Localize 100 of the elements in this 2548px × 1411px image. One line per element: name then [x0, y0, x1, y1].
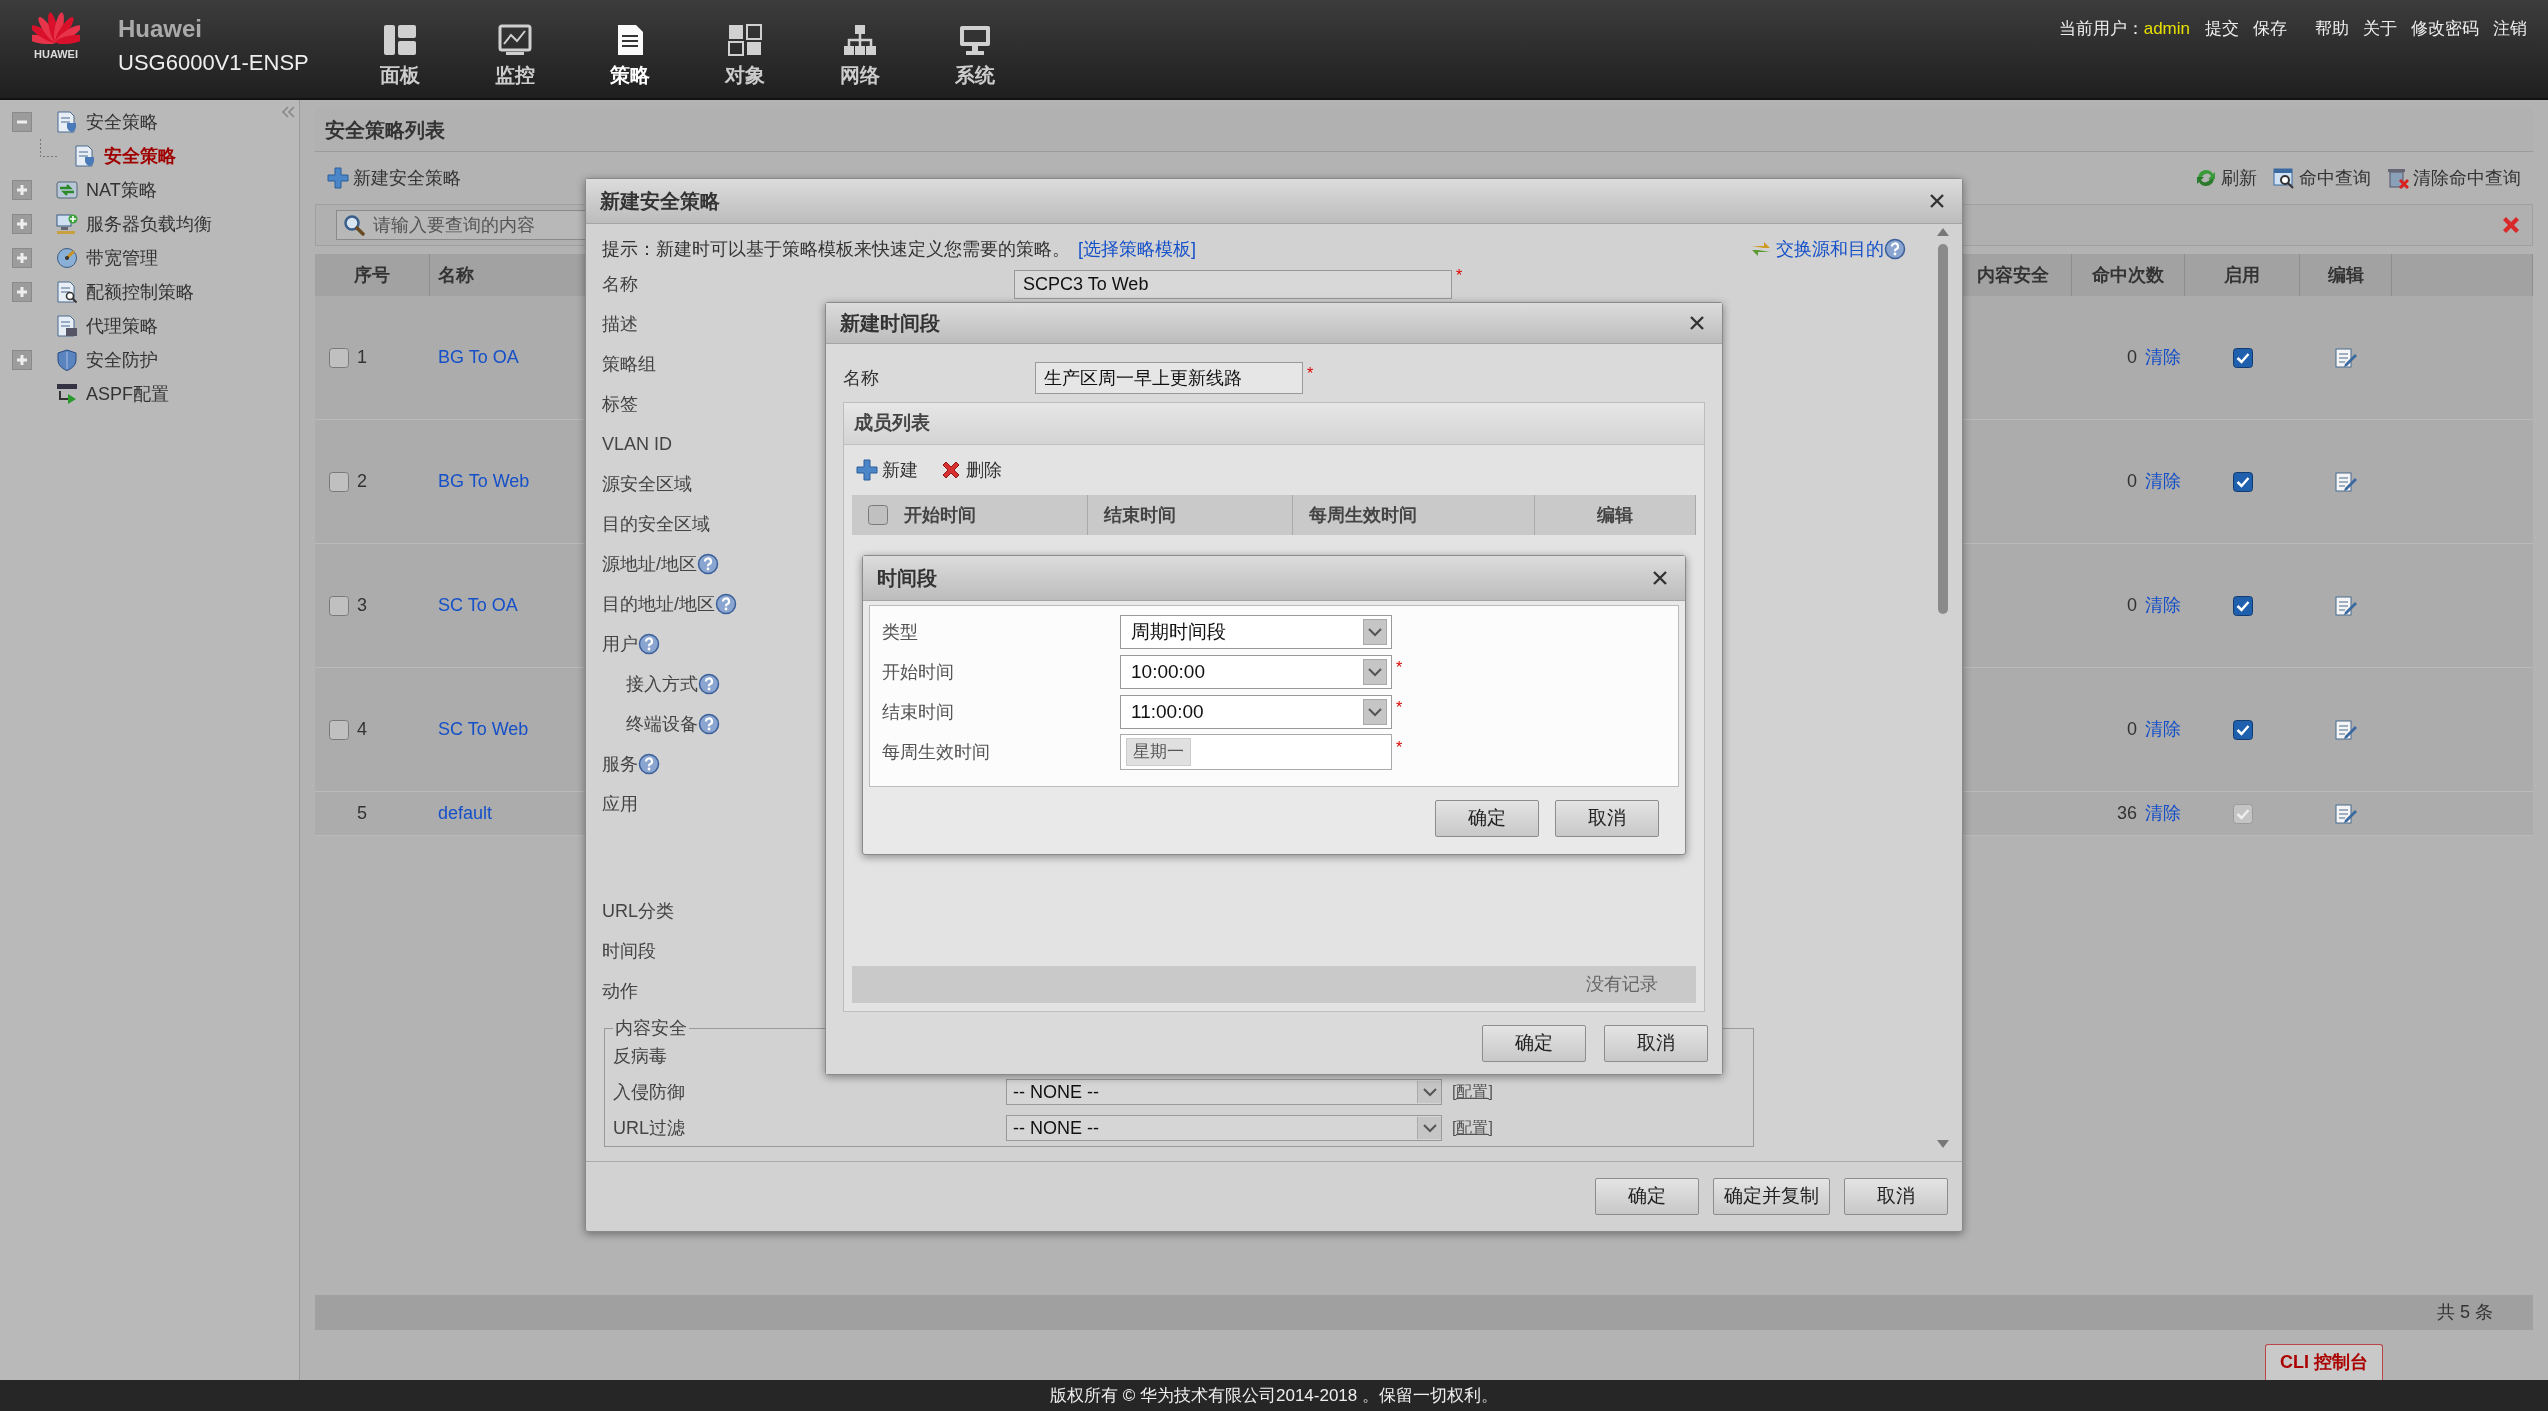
tree-item[interactable]: 安全防护 [86, 346, 158, 374]
enable-checkbox[interactable] [2232, 595, 2253, 616]
select-all-checkbox[interactable] [868, 505, 888, 526]
trash-icon [2387, 167, 2409, 189]
config-link[interactable]: [配置] [1452, 1080, 1493, 1104]
column-header: 编辑 [2327, 263, 2364, 287]
row-checkbox[interactable] [329, 719, 349, 740]
user-name: admin [2143, 18, 2190, 40]
tree-toggle-icon[interactable] [12, 180, 32, 200]
hit-count: 0 [2127, 346, 2137, 369]
header-link[interactable]: 提交 [2198, 14, 2246, 44]
config-link[interactable]: [配置] [1452, 1116, 1493, 1140]
tree-toggle-icon[interactable] [12, 214, 32, 234]
console-tab[interactable]: CLI 控制台 [2265, 1344, 2383, 1380]
network-tree-icon[interactable] [842, 24, 877, 56]
nav-tab[interactable]: 策略 [609, 60, 650, 90]
template-link[interactable]: [选择策略模板] [1078, 235, 1196, 263]
nav-tab[interactable]: 对象 [724, 60, 765, 90]
dialog-button[interactable]: 确定 [1482, 1024, 1586, 1062]
header-link[interactable]: 修改密码 [2404, 14, 2486, 44]
field-label: 策略组 [602, 352, 656, 376]
toolbar-button[interactable]: 新建安全策略 [323, 164, 465, 192]
computer-icon [56, 213, 78, 235]
dialog-button[interactable]: 取消 [1844, 1178, 1948, 1215]
column-header: 命中次数 [2092, 263, 2164, 287]
field-label: 入侵防御 [613, 1080, 686, 1104]
toolbar-button[interactable]: 清除命中查询 [2383, 164, 2525, 192]
column-header: 结束时间 [1104, 503, 1176, 527]
dialog-button[interactable]: 取消 [1555, 799, 1659, 837]
row-number: 4 [357, 718, 367, 741]
nav-tab[interactable]: 系统 [954, 60, 995, 90]
toolbar-button[interactable]: 删除 [936, 456, 1006, 484]
field-label: 描述 [602, 312, 638, 336]
logo-text: HUAWEI [34, 48, 78, 60]
enable-checkbox[interactable] [2232, 347, 2253, 368]
edit-icon[interactable] [2334, 717, 2358, 742]
tree-item[interactable]: 服务器负载均衡 [86, 210, 212, 238]
help-icon [1884, 238, 1906, 260]
row-checkbox[interactable] [329, 347, 349, 368]
column-header: 开始时间 [904, 503, 976, 527]
toolbar-button[interactable]: 命中查询 [2269, 164, 2375, 192]
dashboard-icon[interactable] [382, 24, 417, 56]
brand-name: Huawei [118, 16, 203, 42]
edit-icon[interactable] [2334, 469, 2358, 494]
enable-checkbox[interactable] [2232, 719, 2253, 740]
edit-icon[interactable] [2334, 801, 2358, 826]
edit-icon[interactable] [2334, 593, 2358, 618]
tree-item[interactable]: 安全策略 [104, 142, 176, 170]
dropdown[interactable]: -- NONE -- [1006, 1079, 1442, 1105]
tree-toggle-icon[interactable] [12, 350, 32, 370]
tag-input[interactable]: 星期一 [1120, 734, 1392, 770]
field-label: 应用 [602, 792, 638, 816]
monitor-chart-icon[interactable] [497, 24, 532, 56]
edit-icon[interactable] [2334, 345, 2358, 370]
header-link[interactable]: 帮助 [2308, 14, 2356, 44]
tree-toggle-icon[interactable] [12, 248, 32, 268]
header-link[interactable]: 保存 [2246, 14, 2294, 44]
header-link[interactable]: 关于 [2356, 14, 2404, 44]
tree-item[interactable]: 配额控制策略 [86, 278, 194, 306]
tree-item[interactable]: NAT策略 [86, 176, 157, 204]
column-header: 内容安全 [1977, 263, 2049, 287]
toolbar-button[interactable]: 刷新 [2191, 164, 2261, 192]
search-icon [343, 214, 365, 236]
tree-toggle-icon[interactable] [12, 282, 32, 302]
hit-count: 0 [2127, 470, 2137, 493]
computer-icon[interactable] [957, 24, 992, 56]
tree-item[interactable]: 代理策略 [86, 312, 158, 340]
row-checkbox[interactable] [329, 595, 349, 616]
name-input[interactable]: SCPC3 To Web [1014, 269, 1452, 299]
tree-item[interactable]: 带宽管理 [86, 244, 158, 272]
field-label: 源安全区域 [602, 472, 692, 496]
toolbar-button[interactable]: 新建 [852, 456, 922, 484]
column-header: 每周生效时间 [1309, 503, 1417, 527]
dropdown[interactable]: -- NONE -- [1006, 1115, 1442, 1141]
caret-icon [1422, 1087, 1437, 1097]
required-mark: * [1396, 658, 1403, 678]
nav-tab[interactable]: 监控 [494, 60, 535, 90]
enable-checkbox[interactable] [2232, 471, 2253, 492]
swap-link[interactable]: 交换源和目的 [1750, 235, 1884, 263]
dropdown[interactable]: 10:00:00 [1120, 655, 1392, 689]
tree-item[interactable]: 安全策略 [86, 108, 158, 136]
column-header: 名称 [438, 263, 474, 287]
dialog-button[interactable]: 取消 [1604, 1024, 1708, 1062]
dialog-button[interactable]: 确定 [1435, 799, 1539, 837]
help-icon [638, 633, 660, 655]
field-label: 反病毒 [613, 1044, 668, 1068]
row-checkbox[interactable] [329, 471, 349, 492]
header-link[interactable]: 注销 [2486, 14, 2534, 44]
tree-toggle-icon[interactable] [12, 112, 32, 132]
dialog-button[interactable]: 确定并复制 [1713, 1178, 1830, 1215]
dropdown[interactable]: 周期时间段 [1120, 615, 1392, 649]
nav-tab[interactable]: 面板 [379, 60, 420, 90]
dialog-button[interactable]: 确定 [1595, 1178, 1699, 1215]
dropdown[interactable]: 11:00:00 [1120, 695, 1392, 729]
column-header: 启用 [2224, 263, 2260, 287]
tree-item[interactable]: ASPF配置 [86, 380, 169, 408]
nav-tab[interactable]: 网络 [839, 60, 880, 90]
blocks-icon[interactable] [727, 24, 762, 56]
hit-count: 0 [2127, 594, 2137, 617]
name-input[interactable]: 生产区周一早上更新线路 [1035, 362, 1303, 395]
